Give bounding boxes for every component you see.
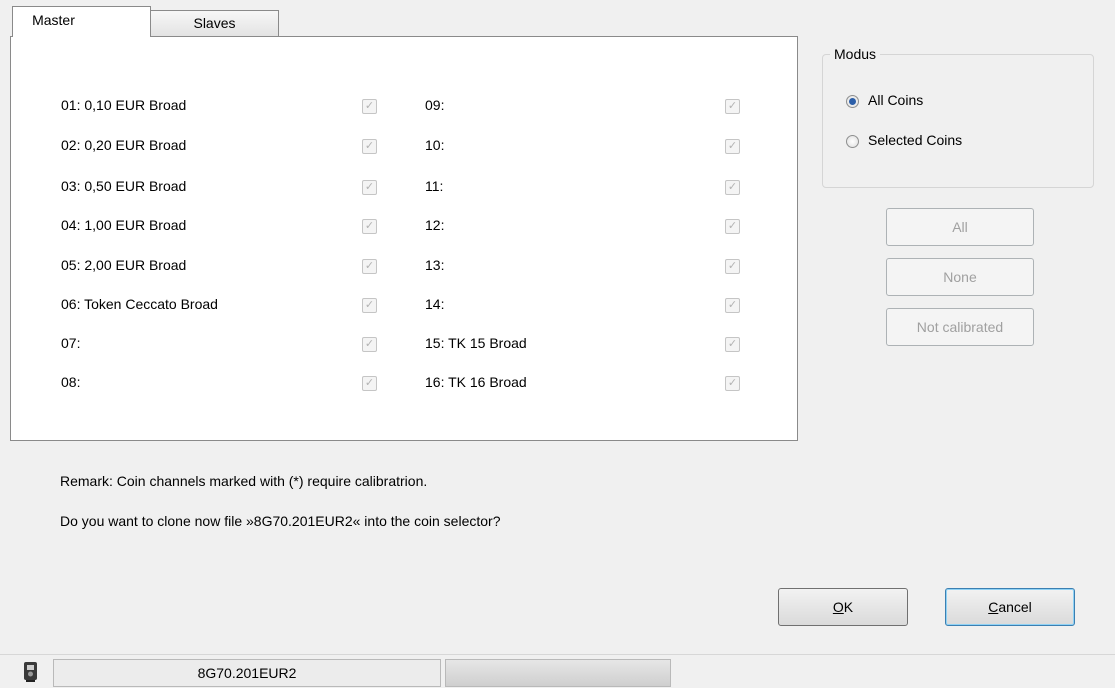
coin-label-02: 02: 0,20 EUR Broad [61, 137, 187, 153]
modus-group-title: Modus [830, 46, 881, 62]
coin-checkbox-07[interactable]: ✓ [362, 337, 377, 352]
coin-checkbox-15[interactable]: ✓ [725, 337, 740, 352]
all-coins-radio[interactable] [846, 95, 859, 108]
coin-label-10: 10: [425, 137, 445, 153]
ok-label-rest: K [843, 599, 854, 615]
clone-question-text: Do you want to clone now file »8G70.201E… [60, 513, 501, 529]
cancel-mnemonic: C [988, 599, 999, 615]
coin-label-16: 16: TK 16 Broad [425, 374, 527, 390]
tab-master-label: Master [32, 12, 75, 28]
tab-slaves[interactable]: Slaves [150, 10, 279, 36]
coin-checkbox-13[interactable]: ✓ [725, 259, 740, 274]
coin-label-15: 15: TK 15 Broad [425, 335, 527, 351]
coin-checkbox-16[interactable]: ✓ [725, 376, 740, 391]
coin-checkbox-05[interactable]: ✓ [362, 259, 377, 274]
coin-label-09: 09: [425, 97, 445, 113]
coin-channels-panel: 01: 0,10 EUR Broad ✓ 02: 0,20 EUR Broad … [10, 36, 798, 441]
coin-checkbox-03[interactable]: ✓ [362, 180, 377, 195]
coin-label-03: 03: 0,50 EUR Broad [61, 178, 187, 194]
all-coins-label[interactable]: All Coins [868, 92, 923, 108]
modus-group [822, 54, 1094, 188]
coin-checkbox-02[interactable]: ✓ [362, 139, 377, 154]
not-calibrated-button[interactable]: Not calibrated [886, 308, 1034, 346]
coin-checkbox-04[interactable]: ✓ [362, 219, 377, 234]
ok-button[interactable]: OK [778, 588, 908, 626]
tab-slaves-label: Slaves [193, 15, 236, 31]
coin-label-08: 08: [61, 374, 81, 390]
coin-checkbox-11[interactable]: ✓ [725, 180, 740, 195]
coin-checkbox-12[interactable]: ✓ [725, 219, 740, 234]
coin-checkbox-06[interactable]: ✓ [362, 298, 377, 313]
coin-checkbox-01[interactable]: ✓ [362, 99, 377, 114]
coin-label-11: 11: [425, 178, 444, 194]
coin-label-07: 07: [61, 335, 81, 351]
coin-label-05: 05: 2,00 EUR Broad [61, 257, 187, 273]
status-progress-bar [445, 659, 671, 687]
select-none-button[interactable]: None [886, 258, 1034, 296]
select-all-button[interactable]: All [886, 208, 1034, 246]
coin-label-13: 13: [425, 257, 445, 273]
coin-label-12: 12: [425, 217, 445, 233]
coin-label-01: 01: 0,10 EUR Broad [61, 97, 187, 113]
tab-master[interactable]: Master [12, 6, 151, 37]
coin-label-04: 04: 1,00 EUR Broad [61, 217, 187, 233]
coin-label-14: 14: [425, 296, 445, 312]
status-file-name: 8G70.201EUR2 [53, 659, 441, 687]
coin-checkbox-14[interactable]: ✓ [725, 298, 740, 313]
coin-checkbox-09[interactable]: ✓ [725, 99, 740, 114]
cancel-label-rest: ancel [998, 599, 1032, 615]
selected-coins-label[interactable]: Selected Coins [868, 132, 962, 148]
ok-mnemonic: O [832, 599, 844, 615]
coin-checkbox-10[interactable]: ✓ [725, 139, 740, 154]
coin-checkbox-08[interactable]: ✓ [362, 376, 377, 391]
remark-text: Remark: Coin channels marked with (*) re… [60, 473, 428, 489]
cancel-button[interactable]: Cancel [945, 588, 1075, 626]
coin-selector-icon [24, 662, 37, 682]
selected-coins-radio[interactable] [846, 135, 859, 148]
coin-label-06: 06: Token Ceccato Broad [61, 296, 218, 312]
